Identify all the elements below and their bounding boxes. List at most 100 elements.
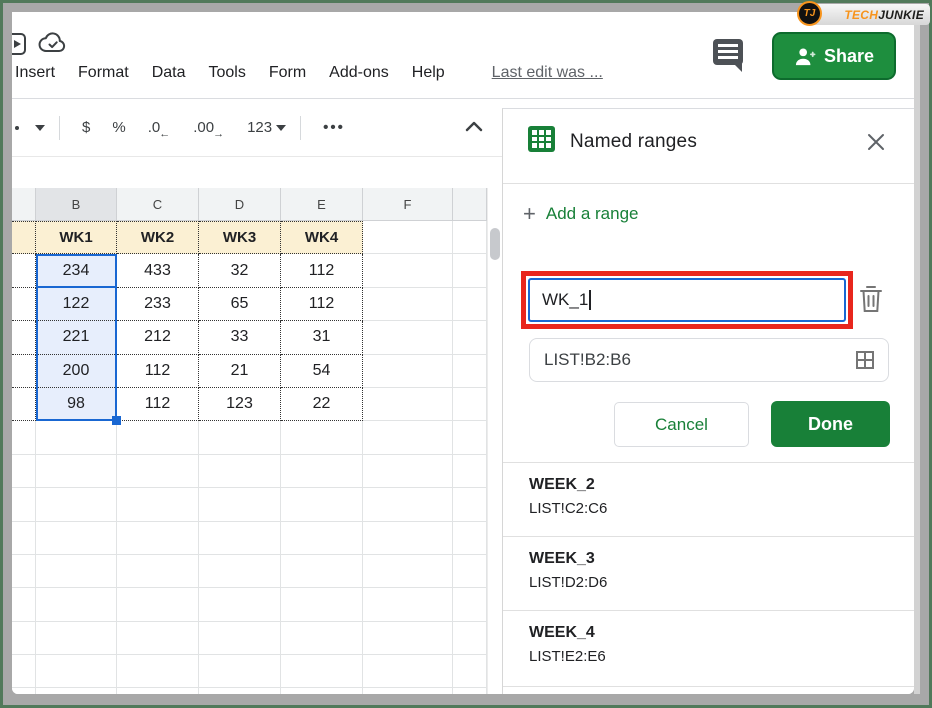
cell-empty[interactable] xyxy=(453,688,487,694)
cell-row4-col2[interactable]: 212 xyxy=(117,321,199,354)
cell-empty[interactable] xyxy=(453,421,487,454)
cell-row1-col2[interactable]: WK2 xyxy=(117,221,199,254)
cell-row3-col2[interactable]: 233 xyxy=(117,288,199,321)
cell-empty[interactable] xyxy=(363,488,453,521)
grid-scrollbar-thumb[interactable] xyxy=(490,228,500,260)
cell-empty[interactable] xyxy=(117,455,199,488)
cell-empty[interactable] xyxy=(363,588,453,621)
column-header-partial[interactable] xyxy=(453,188,487,221)
cell-empty[interactable] xyxy=(281,421,363,454)
cell-empty[interactable] xyxy=(453,555,487,588)
cell-empty[interactable] xyxy=(363,555,453,588)
currency-format-button[interactable]: $ xyxy=(82,119,90,136)
cell-row2-col1[interactable]: 234 xyxy=(36,254,117,287)
cell-empty[interactable] xyxy=(36,688,117,694)
menu-insert[interactable]: Insert xyxy=(15,64,55,82)
cell-empty[interactable] xyxy=(453,588,487,621)
cell-empty[interactable] xyxy=(36,622,117,655)
cell-row3-col1[interactable]: 122 xyxy=(36,288,117,321)
cell-empty[interactable] xyxy=(281,488,363,521)
cell-row2-col5[interactable] xyxy=(363,254,453,287)
more-options-button[interactable]: ••• xyxy=(323,119,345,136)
cell-empty[interactable] xyxy=(117,488,199,521)
cell-empty[interactable] xyxy=(453,455,487,488)
cell-empty[interactable] xyxy=(363,455,453,488)
cell-empty[interactable] xyxy=(363,655,453,688)
number-format-button[interactable]: 123 xyxy=(247,119,286,136)
range-name-input[interactable]: WK_1 xyxy=(528,278,846,322)
close-panel-button[interactable] xyxy=(865,131,891,157)
cell-empty[interactable] xyxy=(453,522,487,555)
cell-empty[interactable] xyxy=(117,555,199,588)
menu-form[interactable]: Form xyxy=(269,64,306,82)
cell-empty[interactable] xyxy=(117,522,199,555)
cell-row4-col0[interactable] xyxy=(12,321,36,354)
cell-row1-col5[interactable] xyxy=(363,221,453,254)
cell-empty[interactable] xyxy=(199,421,281,454)
cell-row4-col6[interactable] xyxy=(453,321,487,354)
comments-button[interactable] xyxy=(713,39,745,71)
cell-empty[interactable] xyxy=(281,555,363,588)
last-edit-link[interactable]: Last edit was ... xyxy=(492,64,603,82)
cell-row1-col6[interactable] xyxy=(453,221,487,254)
cell-row5-col0[interactable] xyxy=(12,355,36,388)
cell-row6-col4[interactable]: 22 xyxy=(281,388,363,421)
cell-empty[interactable] xyxy=(117,588,199,621)
cell-row5-col2[interactable]: 112 xyxy=(117,355,199,388)
cell-empty[interactable] xyxy=(12,522,36,555)
cell-row2-col3[interactable]: 32 xyxy=(199,254,281,287)
cell-row2-col2[interactable]: 433 xyxy=(117,254,199,287)
cell-row6-col5[interactable] xyxy=(363,388,453,421)
cell-empty[interactable] xyxy=(36,555,117,588)
cell-empty[interactable] xyxy=(199,655,281,688)
range-reference-field[interactable]: LIST!B2:B6 xyxy=(529,338,889,382)
cell-row1-col1[interactable]: WK1 xyxy=(36,221,117,254)
cell-row2-col0[interactable] xyxy=(12,254,36,287)
cell-empty[interactable] xyxy=(12,655,36,688)
cell-row5-col1[interactable]: 200 xyxy=(36,355,117,388)
chevron-down-icon[interactable] xyxy=(35,125,45,131)
cell-empty[interactable] xyxy=(363,622,453,655)
cell-empty[interactable] xyxy=(36,522,117,555)
cell-empty[interactable] xyxy=(199,522,281,555)
cell-empty[interactable] xyxy=(199,555,281,588)
cancel-button[interactable]: Cancel xyxy=(614,402,749,447)
grid-scrollbar[interactable] xyxy=(487,188,502,694)
cell-empty[interactable] xyxy=(281,522,363,555)
column-header-E[interactable]: E xyxy=(281,188,363,221)
cell-row5-col4[interactable]: 54 xyxy=(281,355,363,388)
column-header-D[interactable]: D xyxy=(199,188,281,221)
cell-empty[interactable] xyxy=(453,622,487,655)
cell-empty[interactable] xyxy=(363,688,453,694)
named-range-item-week3[interactable]: WEEK_3 LIST!D2:D6 xyxy=(503,536,914,610)
spreadsheet-grid[interactable]: BCDEFWK1WK2WK3WK423443332112122233651122… xyxy=(12,188,502,694)
column-header-partial[interactable] xyxy=(12,188,36,221)
increase-decimal-button[interactable]: .00→ xyxy=(193,119,225,136)
cell-row6-col6[interactable] xyxy=(453,388,487,421)
cell-row1-col0[interactable] xyxy=(12,221,36,254)
cell-row2-col6[interactable] xyxy=(453,254,487,287)
column-header-C[interactable]: C xyxy=(117,188,199,221)
cell-empty[interactable] xyxy=(12,488,36,521)
cell-empty[interactable] xyxy=(12,455,36,488)
cell-row3-col0[interactable] xyxy=(12,288,36,321)
cell-row6-col0[interactable] xyxy=(12,388,36,421)
collapse-toolbar-button[interactable] xyxy=(462,115,486,139)
cell-row1-col3[interactable]: WK3 xyxy=(199,221,281,254)
cell-empty[interactable] xyxy=(281,655,363,688)
cell-empty[interactable] xyxy=(453,655,487,688)
menu-help[interactable]: Help xyxy=(412,64,445,82)
cell-empty[interactable] xyxy=(281,455,363,488)
cell-empty[interactable] xyxy=(117,622,199,655)
named-range-item-week2[interactable]: WEEK_2 LIST!C2:C6 xyxy=(503,462,914,536)
decrease-decimal-button[interactable]: .0← xyxy=(148,119,172,136)
cell-row1-col4[interactable]: WK4 xyxy=(281,221,363,254)
add-a-range-button[interactable]: + Add a range xyxy=(523,203,639,225)
percent-format-button[interactable]: % xyxy=(112,119,125,136)
cell-empty[interactable] xyxy=(199,688,281,694)
cell-row6-col3[interactable]: 123 xyxy=(199,388,281,421)
cell-empty[interactable] xyxy=(117,655,199,688)
cell-empty[interactable] xyxy=(363,522,453,555)
cell-row3-col3[interactable]: 65 xyxy=(199,288,281,321)
cell-empty[interactable] xyxy=(12,555,36,588)
